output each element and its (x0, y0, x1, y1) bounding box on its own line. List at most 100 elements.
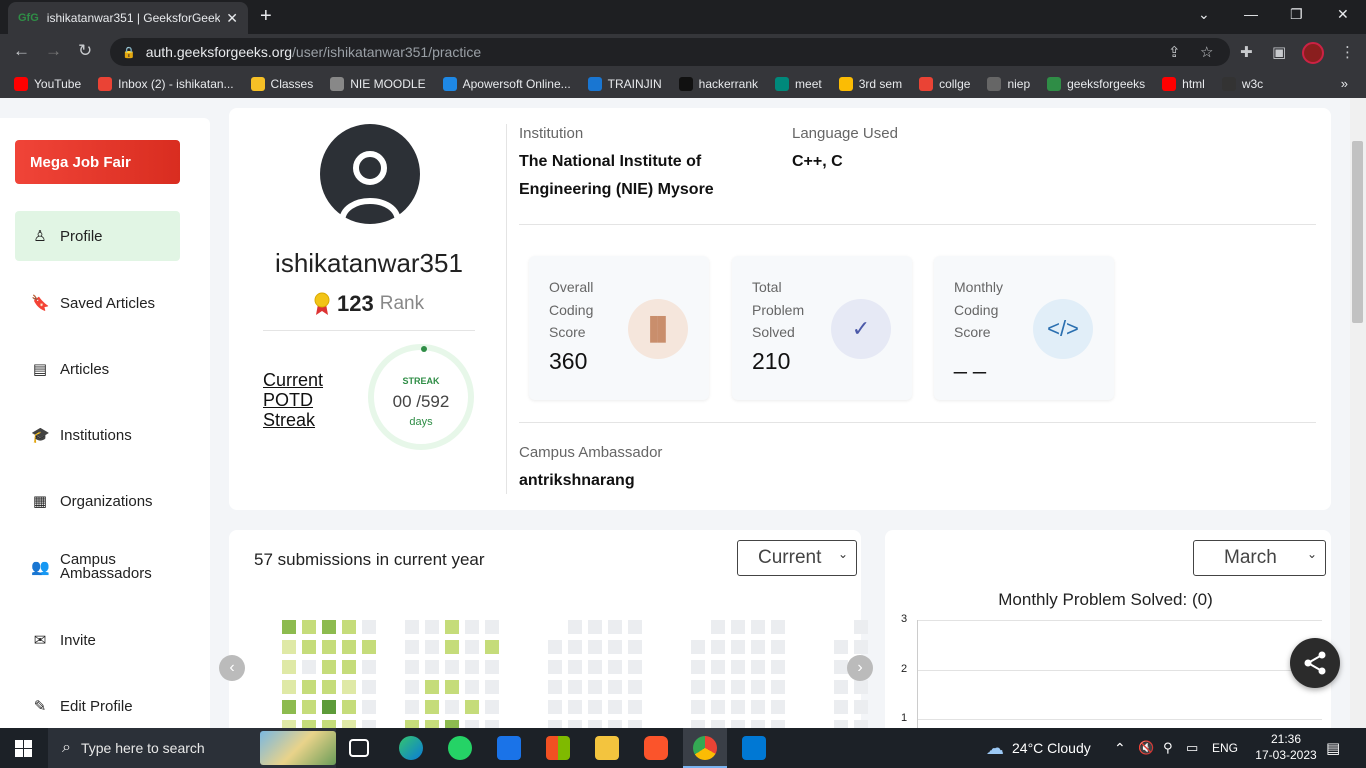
close-tab-icon[interactable]: ✕ (226, 10, 238, 27)
heatmap-cell (711, 680, 725, 694)
heatmap-next-arrow-icon[interactable]: › (847, 655, 873, 681)
sidebar-item-articles[interactable]: ▤ Articles (15, 344, 180, 394)
back-arrow-icon[interactable]: ← (13, 42, 30, 60)
sidebar-item-campus-ambassadors[interactable]: 👥 Campus Ambassadors (15, 542, 180, 592)
heatmap-cell (771, 680, 785, 694)
edge-icon[interactable] (399, 736, 423, 760)
heatmap-cell (445, 640, 459, 654)
address-bar[interactable]: 🔒 auth.geeksforgeeks.org /user/ishikatan… (110, 38, 1230, 66)
bookmark-item[interactable]: 3rd sem (838, 77, 902, 91)
heatmap-cell (405, 620, 419, 634)
heatmap-cell (731, 720, 745, 728)
language-indicator[interactable]: ENG (1212, 728, 1238, 768)
bookmark-item[interactable]: TRAINJIN (587, 77, 662, 91)
profile-card: ishikatanwar351 123 Rank Current POTD St… (229, 108, 1331, 510)
heatmap-cell (568, 680, 582, 694)
bookmark-label: meet (795, 77, 822, 91)
profile-avatar-icon[interactable] (1302, 42, 1324, 64)
menu-dots-icon[interactable]: ⋮ (1340, 43, 1355, 61)
weather-widget[interactable]: ☁ 24°C Cloudy (986, 728, 1091, 768)
windows-start-icon[interactable] (15, 740, 32, 757)
close-window-button[interactable]: ✕ (1337, 6, 1349, 23)
bookmark-item[interactable]: hackerrank (678, 77, 758, 91)
heatmap-cell (568, 660, 582, 674)
chevron-down-icon: ⌄ (1306, 547, 1317, 561)
potd-streak-link[interactable]: Current POTD Streak (263, 370, 343, 430)
star-icon[interactable]: ☆ (1200, 43, 1213, 61)
streak-unit: days (409, 416, 433, 428)
bookmark-item[interactable]: html (1162, 77, 1205, 91)
network-icon[interactable]: ▭ (1186, 728, 1198, 768)
heatmap-cell (302, 620, 316, 634)
heatmap-cell (751, 720, 765, 728)
sidebar-item-organizations[interactable]: ▦ Organizations (15, 476, 180, 526)
mega-job-fair-button[interactable]: Mega Job Fair (15, 140, 180, 184)
sidebar-item-saved-articles[interactable]: 🔖 Saved Articles (15, 278, 180, 328)
heatmap-cell (608, 640, 622, 654)
bookmark-item[interactable]: collge (919, 77, 970, 91)
minimize-button[interactable]: — (1244, 6, 1258, 22)
page-scrollbar[interactable] (1350, 98, 1366, 728)
extensions-icon[interactable]: ✚ (1240, 43, 1253, 61)
url-host: auth.geeksforgeeks.org (145, 44, 293, 60)
search-highlight-image (260, 731, 336, 765)
sidebar-item-institutions[interactable]: 🎓 Institutions (15, 410, 180, 460)
sidebar-item-invite[interactable]: ✉ Invite (15, 615, 180, 665)
year-select[interactable]: Current ⌄ (737, 540, 857, 576)
scrollbar-thumb[interactable] (1352, 141, 1363, 323)
brave-icon[interactable] (644, 736, 668, 760)
divider (519, 224, 1316, 225)
vscode-icon[interactable] (742, 736, 766, 760)
heatmap-cell (282, 620, 296, 634)
month-select[interactable]: March ⌄ (1193, 540, 1326, 576)
bookmark-item[interactable]: w3c (1221, 77, 1263, 91)
heatmap-cell (751, 620, 765, 634)
share-button[interactable] (1290, 638, 1340, 688)
share-page-icon[interactable]: ⇪ (1168, 43, 1181, 61)
bookmark-item[interactable]: Inbox (2) - ishikatan... (98, 77, 234, 91)
y-tick: 1 (901, 712, 908, 724)
heatmap-cell (691, 720, 705, 728)
bookmark-item[interactable]: Apowersoft Online... (442, 77, 571, 91)
bookmark-item[interactable]: Classes (250, 77, 314, 91)
mail-app-icon[interactable] (497, 736, 521, 760)
sidebar-item-profile[interactable]: ♙ Profile (15, 211, 180, 261)
rank-value: 123 (337, 291, 374, 316)
heatmap-cell (854, 640, 868, 654)
sidebar-item-label: Profile (60, 227, 103, 245)
file-explorer-icon[interactable] (595, 736, 619, 760)
notification-icon[interactable]: ▤ (1326, 728, 1340, 768)
bookmark-item[interactable]: geeksforgeeks (1047, 77, 1145, 91)
store-icon[interactable] (546, 736, 570, 760)
bookmark-label: Classes (270, 77, 314, 91)
whatsapp-icon[interactable] (448, 736, 472, 760)
chrome-taskbar-active[interactable] (683, 728, 727, 768)
more-bookmarks-icon[interactable]: » (1341, 76, 1348, 91)
taskbar-search[interactable]: ⌕ Type here to search (48, 728, 336, 768)
sidebar-toggle-icon[interactable]: ▣ (1272, 43, 1286, 61)
heatmap-cell (405, 660, 419, 674)
restore-button[interactable]: ❐ (1290, 6, 1303, 23)
heatmap-cell (751, 640, 765, 654)
bookmark-label: TRAINJIN (607, 77, 662, 91)
new-tab-button[interactable]: + (260, 5, 272, 27)
bookmark-item[interactable]: YouTube (14, 77, 81, 91)
bookmark-item[interactable]: niep (987, 77, 1030, 91)
heatmap-cell (485, 680, 499, 694)
heatmap-prev-arrow-icon[interactable]: ‹ (219, 655, 245, 681)
volume-icon[interactable]: 🔇 (1138, 728, 1154, 768)
clock[interactable]: 21:36 17-03-2023 (1252, 731, 1320, 763)
browser-tab[interactable]: GfG ishikatanwar351 | GeeksforGeeks ✕ (8, 2, 248, 34)
bookmark-item[interactable]: meet (775, 77, 822, 91)
forward-arrow-icon[interactable]: → (45, 42, 62, 60)
tab-search-icon[interactable]: ⌄ (1198, 6, 1210, 23)
heatmap-cell (731, 620, 745, 634)
heatmap-cell (588, 700, 602, 714)
task-view-icon[interactable] (349, 739, 369, 757)
bar-chart-icon: ▐▌ (628, 299, 688, 359)
sidebar-item-edit-profile[interactable]: ✎ Edit Profile (15, 681, 180, 728)
tray-chevron-icon[interactable]: ⌃ (1114, 728, 1126, 768)
bookmark-item[interactable]: NIE MOODLE (330, 77, 426, 91)
wifi-icon[interactable]: ⚲ (1163, 728, 1173, 768)
reload-icon[interactable]: ↻ (78, 42, 92, 60)
